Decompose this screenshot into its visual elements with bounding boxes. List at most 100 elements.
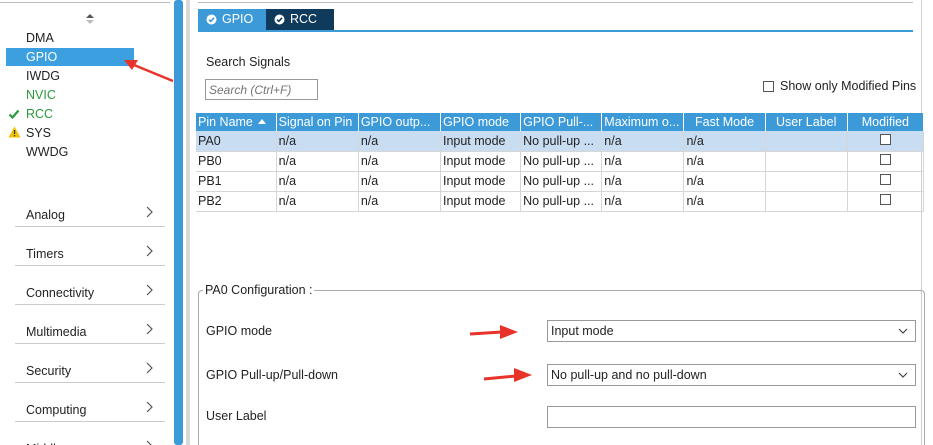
search-input[interactable]: [205, 79, 318, 100]
show-modified-toggle[interactable]: Show only Modified Pins: [763, 79, 916, 93]
tab-underline: [198, 30, 913, 32]
column-header[interactable]: Signal on Pin: [276, 113, 359, 131]
column-header[interactable]: GPIO outp...: [358, 113, 441, 131]
table-cell: n/a: [276, 151, 359, 172]
chevron-down-icon: [898, 328, 908, 334]
table-cell: Input mode: [440, 171, 522, 192]
table-row[interactable]: PB2 n/a n/a Input mode No pull-up ... n/a n/a: [196, 191, 925, 212]
category-computing[interactable]: Computing: [15, 396, 165, 422]
chevron-right-icon: [146, 206, 153, 218]
sidebar-item-wwdg[interactable]: WWDG: [26, 143, 68, 161]
category-connectivity[interactable]: Connectivity: [15, 279, 165, 305]
column-header-label: GPIO Pull-...: [523, 115, 594, 129]
column-header[interactable]: Maximum o...: [601, 113, 685, 131]
sidebar-item-sys[interactable]: SYS: [8, 124, 52, 142]
gpio-pull-select[interactable]: No pull-up and no pull-down: [547, 364, 916, 386]
chevron-right-icon: [146, 245, 153, 257]
category-analog[interactable]: Analog: [15, 201, 165, 227]
column-header[interactable]: GPIO mode: [440, 113, 522, 131]
column-header-label: GPIO outp...: [360, 115, 431, 129]
sidebar-item-label: RCC: [26, 107, 54, 121]
table-header: Pin Name Signal on Pin GPIO outp... GPIO mo…: [196, 113, 925, 131]
table-cell: n/a: [276, 191, 359, 212]
sidebar-item-label: DMA: [26, 31, 54, 45]
modified-checkbox[interactable]: [879, 194, 891, 205]
modified-cell: [847, 151, 925, 172]
show-modified-label: Show only Modified Pins: [780, 79, 917, 93]
config-title: PA0 Configuration :: [203, 283, 315, 297]
check-icon: [8, 109, 20, 120]
column-header[interactable]: Fast Mode: [683, 113, 766, 131]
table-cell: n/a: [601, 191, 685, 212]
table-cell: n/a: [601, 171, 685, 192]
column-header[interactable]: Modified: [847, 113, 925, 131]
table-cell: [765, 131, 848, 152]
column-header[interactable]: User Label: [765, 113, 848, 131]
table-cell: No pull-up ...: [520, 191, 603, 212]
table-cell: [765, 151, 848, 172]
table-cell: n/a: [683, 171, 766, 192]
column-header[interactable]: GPIO Pull-...: [520, 113, 603, 131]
table-cell: PB0: [196, 151, 277, 172]
table-row[interactable]: PB1 n/a n/a Input mode No pull-up ... n/a n/a: [196, 171, 925, 192]
sidebar-item-dma[interactable]: DMA: [26, 29, 54, 47]
show-modified-checkbox[interactable]: [763, 80, 774, 92]
table-cell: No pull-up ...: [520, 171, 603, 192]
sidebar-item-label: SYS: [26, 126, 52, 140]
sidebar-item-rcc[interactable]: RCC: [8, 105, 54, 123]
chevron-right-icon: [146, 323, 153, 335]
sidebar-item-label: GPIO: [26, 50, 58, 64]
annotation-arrow-icon: [469, 325, 518, 339]
table-row[interactable]: PA0 n/a n/a Input mode No pull-up ... n/a n/a: [196, 131, 925, 152]
table-cell: Input mode: [440, 151, 522, 172]
category-security[interactable]: Security: [15, 357, 165, 383]
tab-label: GPIO: [222, 12, 254, 26]
table-cell: n/a: [358, 171, 441, 192]
table-cell: n/a: [683, 151, 766, 172]
sidebar-item-label: IWDG: [26, 69, 61, 83]
tab-gpio[interactable]: GPIO: [198, 9, 266, 30]
chevron-right-icon: [146, 401, 153, 413]
tab-rcc[interactable]: RCC: [266, 9, 334, 30]
table-cell: PA0: [196, 131, 277, 152]
sidebar-item-nvic[interactable]: NVIC: [26, 86, 56, 104]
search-title: Search Signals: [206, 55, 291, 69]
modified-cell: [847, 191, 925, 212]
sort-toggle-icon[interactable]: [85, 13, 95, 25]
pin-table: Pin Name Signal on Pin GPIO outp... GPIO mo…: [196, 113, 925, 212]
column-header[interactable]: Pin Name: [196, 113, 277, 131]
category-multimedia[interactable]: Multimedia: [15, 318, 165, 344]
category-timers[interactable]: Timers: [15, 240, 165, 266]
category-label: Analog: [26, 208, 65, 222]
table-cell: [765, 191, 848, 212]
sidebar-item-gpio[interactable]: GPIO: [6, 48, 134, 66]
table-cell: n/a: [358, 151, 441, 172]
table-cell: n/a: [683, 191, 766, 212]
category-label: Timers: [26, 247, 64, 261]
modified-cell: [847, 171, 925, 192]
table-cell: n/a: [601, 131, 685, 152]
modified-checkbox[interactable]: [879, 154, 891, 165]
user-label-input[interactable]: [547, 406, 916, 428]
table-cell: n/a: [276, 131, 359, 152]
gpio-mode-select[interactable]: Input mode: [547, 320, 916, 342]
sidebar-item-iwdg[interactable]: IWDG: [26, 67, 60, 85]
category-middleware[interactable]: Middleware: [15, 435, 165, 445]
modified-checkbox[interactable]: [879, 174, 891, 185]
column-header-label: Signal on Pin: [278, 115, 353, 129]
table-cell: n/a: [683, 131, 766, 152]
divider: [198, 0, 913, 3]
right-panel: GPIO RCC Search Signals Show only Modifi…: [190, 0, 933, 445]
warning-icon: [8, 126, 21, 138]
tab-bar: GPIO RCC: [198, 9, 334, 30]
table-row[interactable]: PB0 n/a n/a Input mode No pull-up ... n/a n/a: [196, 151, 925, 172]
user-label-label: User Label: [206, 409, 267, 423]
chevron-right-icon: [146, 440, 152, 445]
column-header-label: Pin Name: [198, 115, 253, 129]
gpio-mode-label: GPIO mode: [206, 324, 272, 338]
sidebar-item-label: NVIC: [26, 88, 56, 102]
table-cell: [765, 171, 848, 192]
table-cell: n/a: [601, 151, 685, 172]
table-cell: PB2: [196, 191, 277, 212]
modified-checkbox[interactable]: [879, 133, 891, 145]
